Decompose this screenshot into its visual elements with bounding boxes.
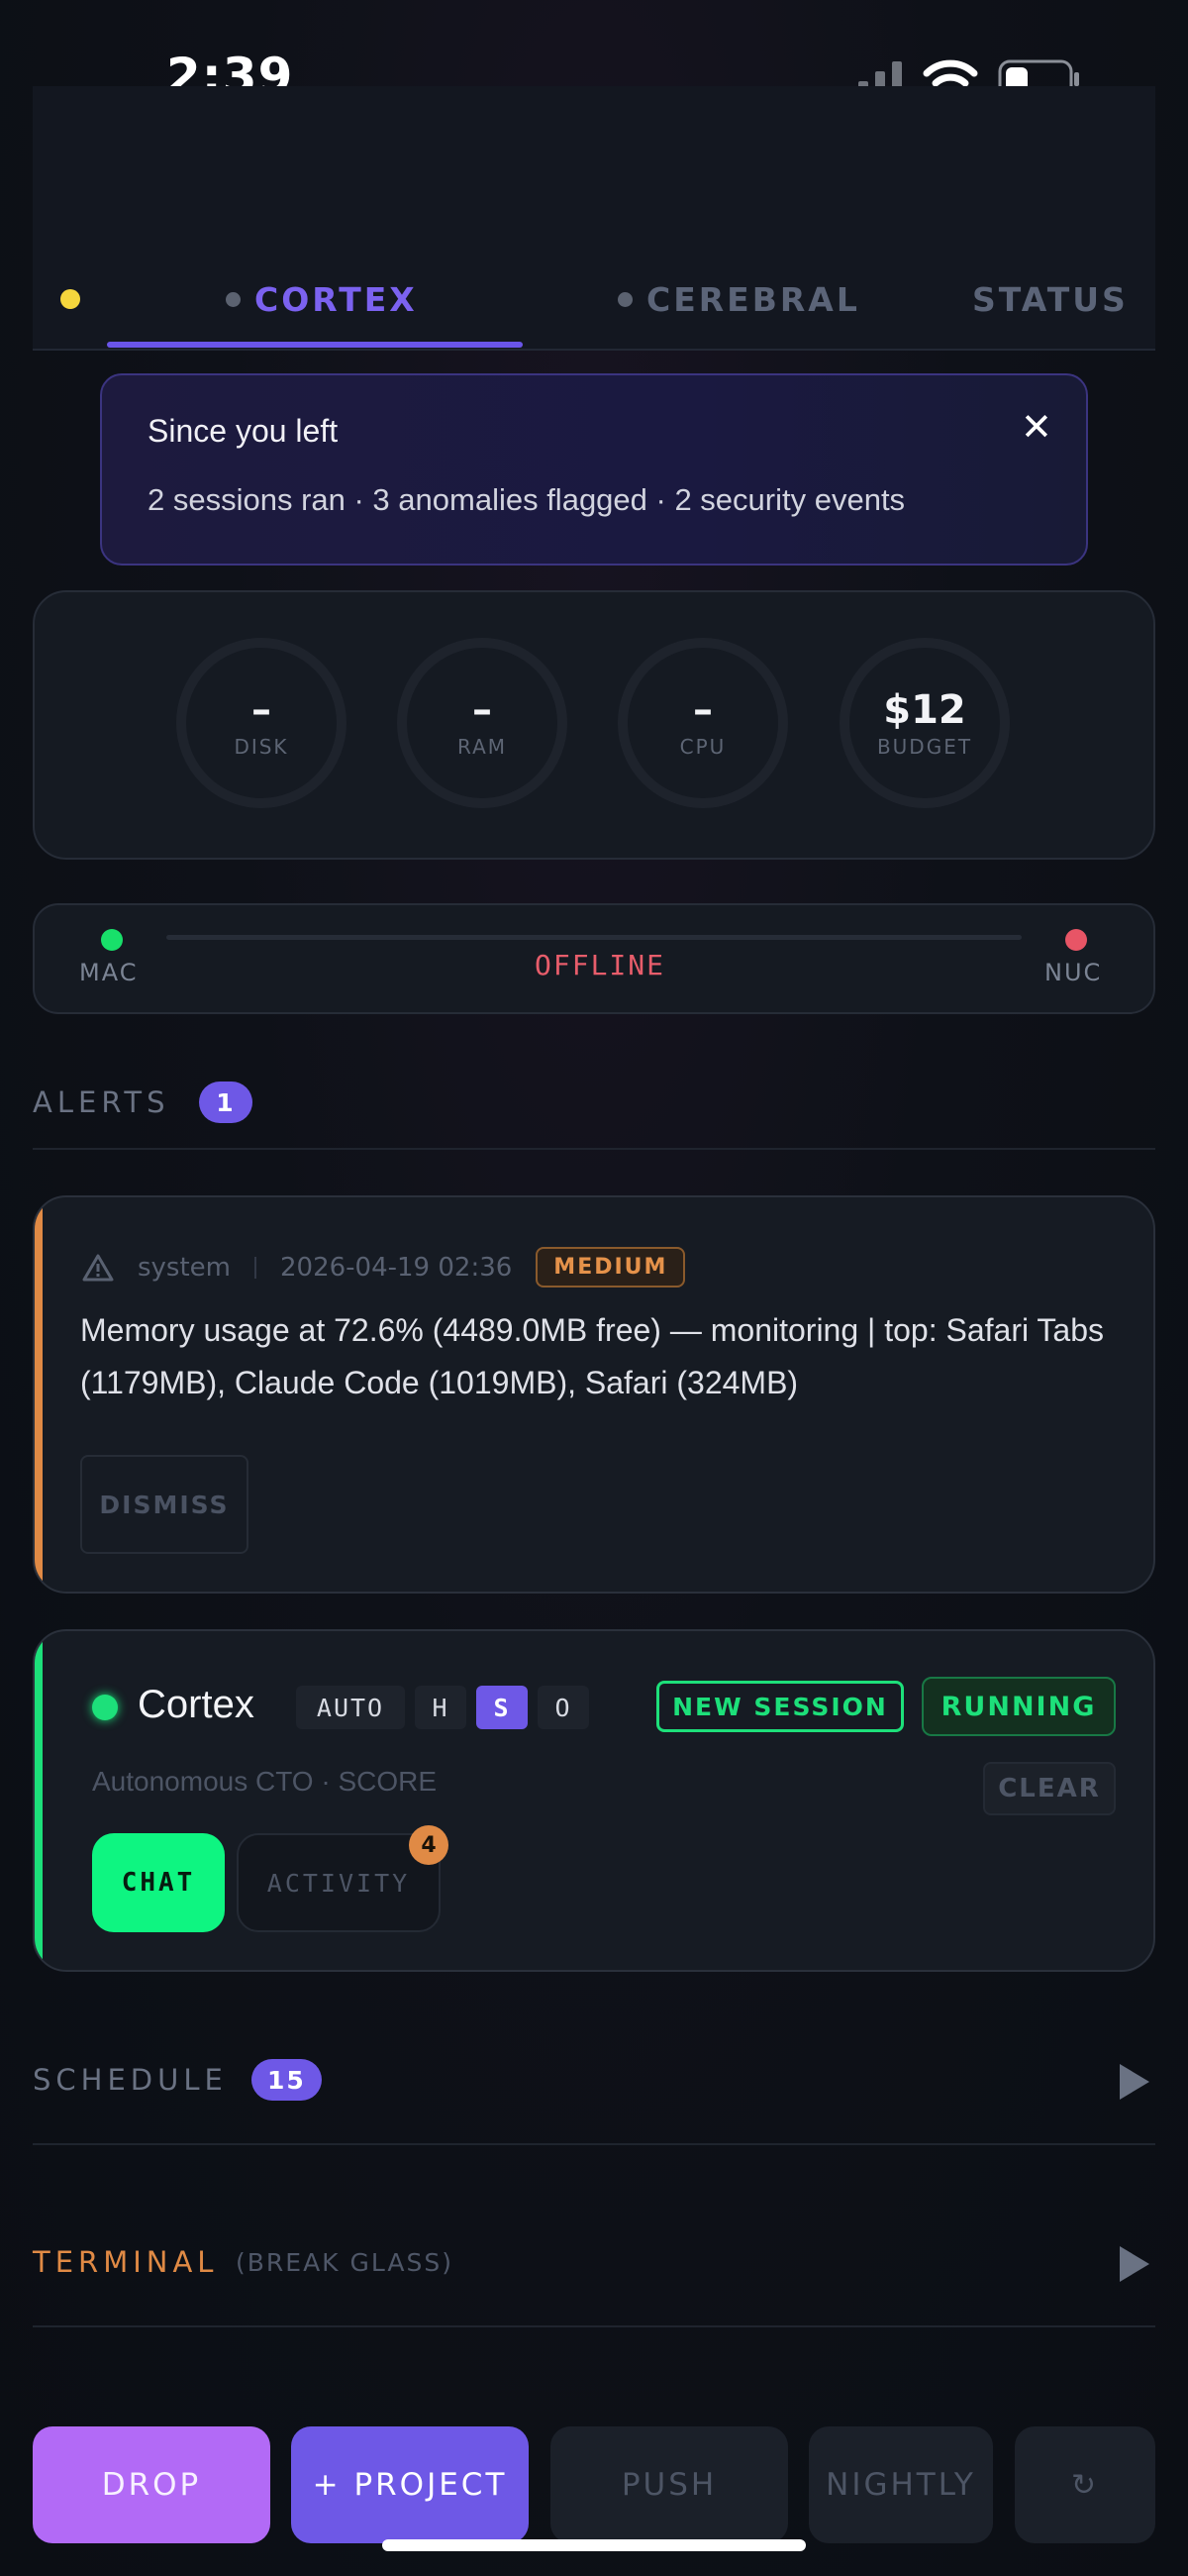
alert-source: system bbox=[138, 1252, 231, 1283]
connection-indicator-dot bbox=[60, 289, 80, 309]
session-status-stripe bbox=[35, 1631, 43, 1970]
gauge-label: DISK bbox=[234, 735, 289, 759]
alert-timestamp: 2026-04-19 02:36 bbox=[280, 1252, 513, 1283]
divider bbox=[33, 2325, 1155, 2327]
close-icon[interactable]: ✕ bbox=[1021, 405, 1052, 449]
mode-o-button[interactable]: O bbox=[538, 1686, 589, 1729]
tab-divider bbox=[33, 349, 1155, 351]
push-button[interactable]: PUSH bbox=[550, 2426, 788, 2543]
ram-gauge: – RAM bbox=[397, 638, 567, 808]
since-you-left-banner: Since you left 2 sessions ran · 3 anomal… bbox=[100, 373, 1088, 566]
alert-severity-stripe bbox=[35, 1197, 43, 1592]
connection-status: OFFLINE bbox=[535, 949, 666, 981]
terminal-heading[interactable]: TERMINAL bbox=[33, 2245, 218, 2279]
clear-button[interactable]: CLEAR bbox=[983, 1762, 1116, 1815]
refresh-button[interactable]: ↻ bbox=[1015, 2426, 1155, 2543]
gauge-value: – bbox=[472, 687, 492, 733]
alert-meta: system 2026-04-19 02:36 MEDIUM bbox=[82, 1247, 686, 1288]
tab-label: CORTEX bbox=[254, 279, 418, 319]
session-status-badge: RUNNING bbox=[922, 1677, 1116, 1736]
home-indicator[interactable] bbox=[382, 2539, 806, 2551]
tab-cerebral[interactable]: CEREBRAL bbox=[618, 277, 860, 321]
session-subtitle: Autonomous CTO · SCORE bbox=[92, 1766, 438, 1797]
chat-button[interactable]: CHAT bbox=[92, 1833, 225, 1932]
tab-dot-icon bbox=[226, 291, 241, 307]
meta-separator bbox=[254, 1256, 256, 1279]
active-tab-underline bbox=[107, 342, 523, 348]
alerts-count-badge: 1 bbox=[199, 1082, 252, 1123]
tab-status[interactable]: STATUS bbox=[972, 277, 1129, 321]
nuc-status-dot bbox=[1065, 929, 1087, 951]
alert-card: system 2026-04-19 02:36 MEDIUM Memory us… bbox=[33, 1195, 1155, 1594]
session-name: Cortex bbox=[138, 1683, 254, 1726]
nightly-button[interactable]: NIGHTLY bbox=[809, 2426, 993, 2543]
expand-terminal-icon[interactable] bbox=[1120, 2246, 1149, 2282]
activity-count-badge: 4 bbox=[409, 1825, 448, 1865]
gauge-value: $12 bbox=[883, 687, 966, 733]
warning-icon bbox=[82, 1254, 114, 1281]
gauge-label: RAM bbox=[456, 735, 508, 759]
divider bbox=[33, 2143, 1155, 2145]
add-project-button[interactable]: + PROJECT bbox=[291, 2426, 529, 2543]
terminal-sublabel: (BREAK GLASS) bbox=[236, 2248, 453, 2277]
schedule-count-badge: 15 bbox=[251, 2059, 322, 2101]
cpu-gauge: – CPU bbox=[618, 638, 788, 808]
tab-dot-icon bbox=[618, 291, 633, 307]
alerts-heading: ALERTS bbox=[33, 1085, 170, 1119]
tab-label: CEREBRAL bbox=[646, 279, 860, 319]
tab-label: STATUS bbox=[972, 279, 1129, 319]
gauge-value: – bbox=[693, 687, 713, 733]
gauge-value: – bbox=[251, 687, 271, 733]
mac-label: MAC bbox=[79, 959, 139, 986]
refresh-icon: ↻ bbox=[1070, 2467, 1100, 2503]
gauge-label: BUDGET bbox=[876, 735, 973, 759]
alert-message: Memory usage at 72.6% (4489.0MB free) — … bbox=[80, 1312, 1104, 1400]
mode-s-button[interactable]: S bbox=[476, 1686, 528, 1729]
banner-title: Since you left bbox=[148, 413, 339, 449]
drop-button[interactable]: DROP bbox=[33, 2426, 270, 2543]
nuc-label: NUC bbox=[1044, 959, 1103, 986]
new-session-button[interactable]: NEW SESSION bbox=[656, 1681, 904, 1732]
connection-line bbox=[166, 935, 1022, 940]
severity-badge: MEDIUM bbox=[536, 1247, 686, 1288]
banner-summary: 2 sessions ran · 3 anomalies flagged · 2… bbox=[148, 482, 906, 517]
schedule-heading[interactable]: SCHEDULE bbox=[33, 2063, 228, 2097]
mode-h-button[interactable]: H bbox=[415, 1686, 466, 1729]
tab-cortex[interactable]: CORTEX bbox=[226, 277, 418, 321]
session-active-dot bbox=[92, 1695, 118, 1720]
mac-status-dot bbox=[101, 929, 123, 951]
divider bbox=[33, 1148, 1155, 1150]
dismiss-button[interactable]: DISMISS bbox=[80, 1455, 248, 1554]
expand-schedule-icon[interactable] bbox=[1120, 2064, 1149, 2100]
mode-auto-button[interactable]: AUTO bbox=[296, 1686, 405, 1729]
session-card: Cortex AUTO H S O NEW SESSION RUNNING Au… bbox=[33, 1629, 1155, 1972]
disk-gauge: – DISK bbox=[176, 638, 346, 808]
gauge-label: CPU bbox=[679, 735, 727, 759]
budget-gauge: $12 BUDGET bbox=[840, 638, 1010, 808]
